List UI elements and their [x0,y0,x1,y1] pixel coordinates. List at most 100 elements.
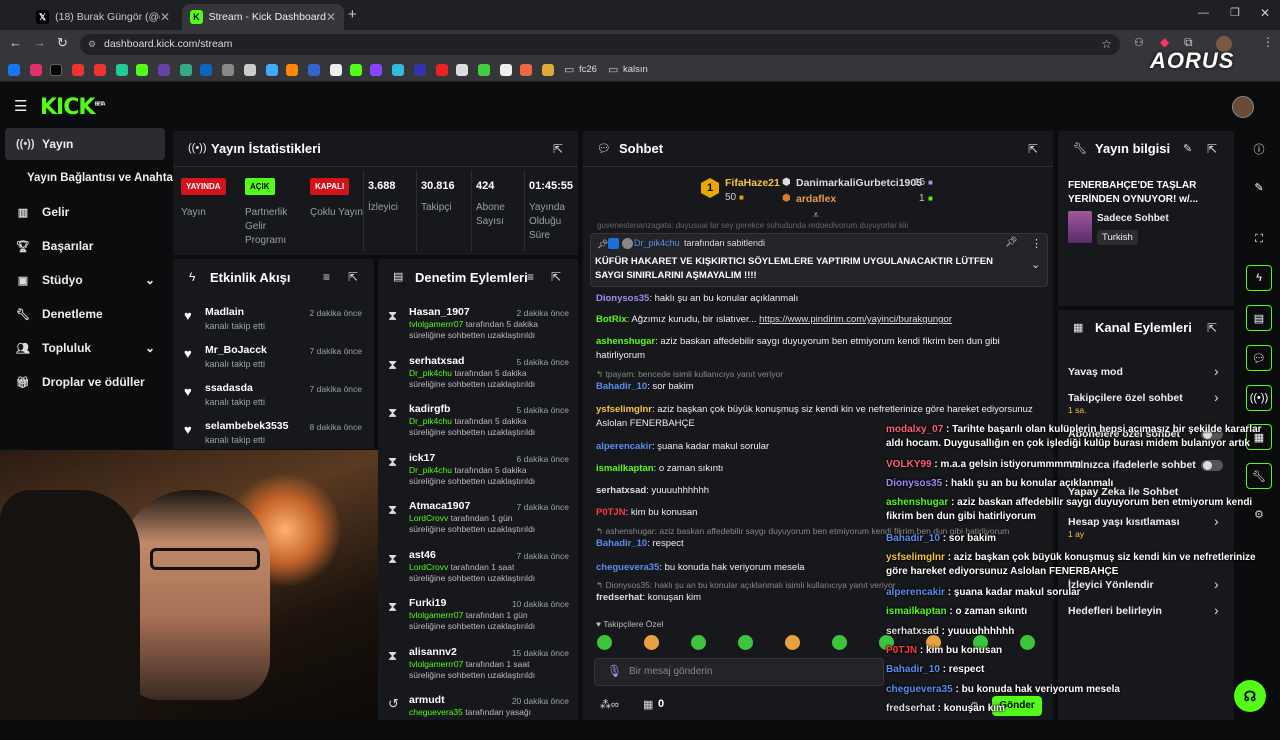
moderator-name[interactable]: tvlolgamerrr07 [409,610,463,620]
edit-icon[interactable]: ✎ [1246,174,1272,200]
popout-icon[interactable]: ⇱ [551,270,561,284]
youtube-icon[interactable] [72,64,84,76]
close-tab-icon[interactable]: ✕ [326,10,336,24]
sidebar-item-denetleme[interactable]: 🔧︎ Denetleme [5,298,165,330]
sidebar-item-topluluk[interactable]: 👥︎ Topluluk ⌄ [5,332,165,364]
bookmark-icon[interactable] [456,64,468,76]
pinned-by-user[interactable]: Dr_pik4chu [634,238,680,248]
bookmark-folder-kalsin[interactable]: kalsın [623,64,648,75]
moderated-user[interactable]: alisannv2 [409,646,457,658]
moderated-user[interactable]: Atmaca1907 [409,500,470,512]
reload-icon[interactable]: ↻ [57,35,68,51]
emote-icon[interactable] [785,635,800,650]
emote-icon[interactable] [738,635,753,650]
more-options-icon[interactable]: ⋮ [1031,237,1042,250]
linkedin-icon[interactable] [200,64,212,76]
chat-username[interactable]: Bahadir_10 [596,538,647,549]
browser-tab-kick[interactable]: K Stream - Kick Dashboard ✕ [182,4,344,30]
chat-username[interactable]: ismailkaptan [596,463,654,474]
site-info-icon[interactable]: ⚙ [88,34,96,55]
moderator-name[interactable]: LordCrovv [409,562,448,572]
emote-icon[interactable] [644,635,659,650]
bookmark-icon[interactable] [330,64,342,76]
unpin-icon[interactable]: 📌︎ [1005,237,1018,248]
new-tab-icon[interactable]: + [348,6,357,23]
moderated-user[interactable]: serhatxsad [409,355,464,367]
moderator-name[interactable]: tvlolgamerrr07 [409,319,463,329]
bookmark-icon[interactable] [266,64,278,76]
close-window-icon[interactable]: ✕ [1260,6,1270,20]
popout-icon[interactable]: ⇱ [1207,142,1217,156]
bookmark-icon[interactable] [286,64,298,76]
kick-icon[interactable] [136,64,148,76]
youtube-icon[interactable] [94,64,106,76]
moderator-name[interactable]: Dr_pik4chu [409,465,452,475]
chat-username[interactable]: alperencakir [596,441,652,452]
sidebar-item-gelir[interactable]: ▥ Gelir [5,196,165,228]
x-icon[interactable] [50,64,62,76]
moderated-user[interactable]: armudt [409,694,445,706]
bookmark-icon[interactable] [370,64,382,76]
activity-user[interactable]: ssadasda [205,382,253,394]
moderated-user[interactable]: ast46 [409,549,436,561]
channel-action-item[interactable]: Yavaş mod [1068,366,1123,378]
chat-username[interactable]: ysfselimglnr [596,404,652,415]
chat-username[interactable]: fredserhat [596,592,642,603]
emote-icon[interactable] [832,635,847,650]
edit-icon[interactable]: ✎ [1183,142,1192,155]
microphone-icon[interactable]: 🎙︎ [607,664,622,678]
chat-link[interactable]: https://www.pindirim.com/yayinci/burakgu… [759,314,952,325]
expand-leaderboard-icon[interactable]: ⩡ [813,210,819,221]
back-icon[interactable]: ← [9,35,22,50]
popout-icon[interactable]: ⇱ [1028,142,1038,156]
instagram-icon[interactable] [30,64,42,76]
channel-action-item[interactable]: Takipçilere özel sohbet [1068,392,1183,404]
popout-icon[interactable]: ⇱ [553,142,563,156]
chat-username[interactable]: ashenshugar [596,336,655,347]
bookmark-icon[interactable] [520,64,532,76]
sidebar-item-stream-key[interactable]: Yayın Bağlantısı ve Anahtarı [5,162,181,194]
lightning-icon[interactable]: ϟ [1246,265,1272,291]
bookmark-icon[interactable] [222,64,234,76]
filter-icon[interactable]: ≡ [527,270,534,284]
extension-icon[interactable]: ◆ [1160,35,1169,49]
close-tab-icon[interactable]: ✕ [160,10,170,24]
facebook-icon[interactable] [8,64,20,76]
bookmark-icon[interactable] [392,64,404,76]
minimize-icon[interactable]: — [1198,7,1209,19]
moderated-user[interactable]: ick17 [409,452,435,464]
activity-user[interactable]: selambebek3535 [205,420,288,432]
info-icon[interactable]: ⓘ [1246,136,1272,162]
chat-input[interactable]: 🎙︎ Bir mesaj gönderin [594,658,884,686]
activity-user[interactable]: Mr_BoJacck [205,344,267,356]
twitch-icon[interactable] [158,64,170,76]
moderated-user[interactable]: Furki19 [409,597,446,609]
pinned-message[interactable]: 📌︎ Dr_pik4chu tarafından sabitlendi 📌︎ ⋮… [590,233,1048,287]
channel-points-icon[interactable]: ⁂∞ [600,698,619,711]
category-name[interactable]: Sadece Sohbet [1097,213,1169,224]
popout-icon[interactable]: ⇱ [348,270,358,284]
moderator-name[interactable]: tvlolgamerrr07 [409,659,463,669]
chat-bubble-icon[interactable]: 💬︎ [1246,345,1272,371]
chat-username[interactable]: P0TJN [596,507,626,518]
sidebar-item-yayin[interactable]: ((•)) Yayın [5,128,165,160]
activity-user[interactable]: Madlain [205,306,244,318]
document-icon[interactable]: ▤ [1246,305,1272,331]
bookmark-icon[interactable] [308,64,320,76]
bookmark-icon[interactable] [414,64,426,76]
top-gifter-name[interactable]: ardaflex [796,193,836,205]
chevron-down-icon[interactable]: ⌄ [1031,258,1040,271]
chat-username[interactable]: BotRix [596,314,627,325]
bookmark-folder-fc26[interactable]: fc26 [579,64,597,75]
bookmark-icon[interactable] [436,64,448,76]
filter-icon[interactable]: ≡ [323,270,330,284]
gift-icon[interactable]: ▦ [643,698,653,711]
moderator-name[interactable]: Dr_pik4chu [409,416,452,426]
bookmark-icon[interactable] [116,64,128,76]
bookmark-icon[interactable] [180,64,192,76]
moderated-user[interactable]: kadirgfb [409,403,450,415]
bookmark-star-icon[interactable]: ☆ [1101,34,1112,55]
moderated-user[interactable]: Hasan_1907 [409,306,470,318]
chat-username[interactable]: serhatxsad [596,485,646,496]
top-gifter-name[interactable]: FifaHaze21 [725,177,780,189]
